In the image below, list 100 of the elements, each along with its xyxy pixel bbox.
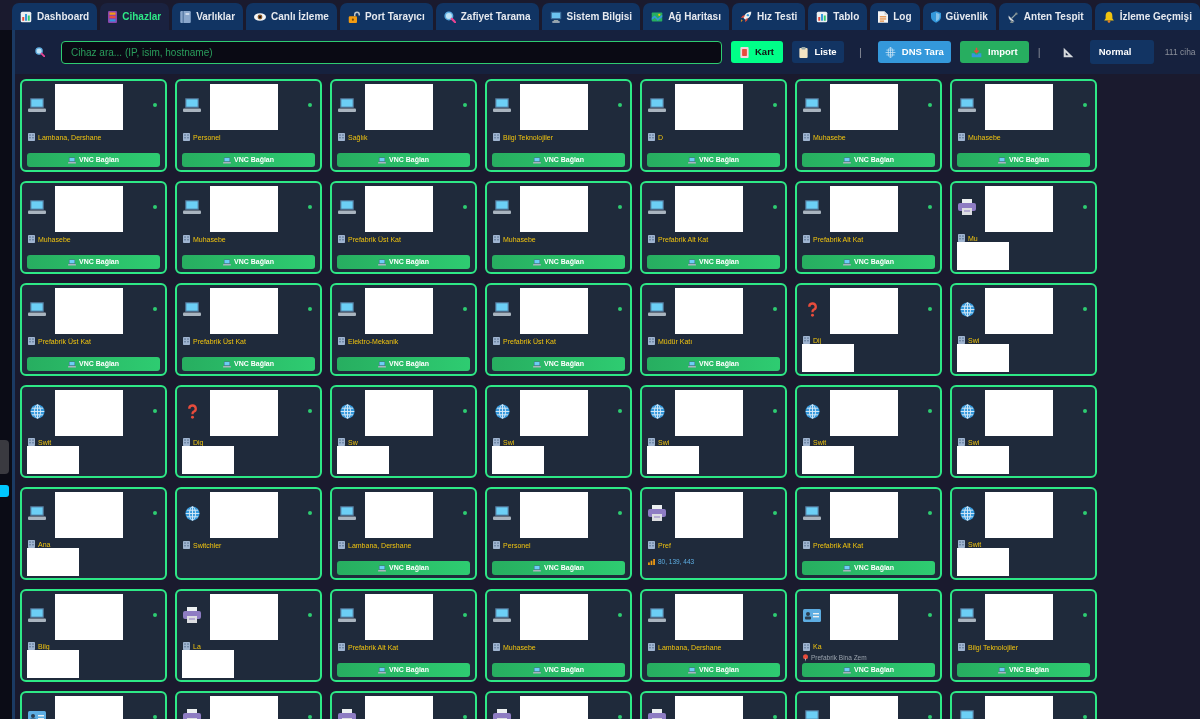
redaction-block: [55, 84, 123, 130]
tab[interactable]: Sistem Bilgisi: [541, 3, 641, 30]
tab[interactable]: Cihazlar: [100, 3, 170, 30]
tab[interactable]: Dashboard: [12, 3, 98, 30]
tab[interactable]: Tablo: [808, 3, 868, 30]
laptop-icon: [183, 199, 201, 215]
redaction-block: [365, 288, 433, 334]
search-icon: [35, 47, 45, 57]
card-view-button[interactable]: Kart: [731, 41, 783, 63]
pin-icon: [803, 654, 808, 663]
redaction-block: [520, 594, 588, 640]
laptop-icon: [997, 666, 1006, 674]
building-icon: [28, 540, 35, 548]
building-icon: [958, 540, 965, 548]
rocket-icon: [739, 10, 752, 23]
id-card-icon: [803, 608, 821, 622]
laptop-icon: [28, 97, 46, 113]
laptop-icon: [997, 156, 1006, 164]
redaction-block: [675, 390, 743, 436]
printer-icon: [958, 199, 976, 215]
tab[interactable]: Anten Tespit: [998, 3, 1092, 30]
bar-chart-icon: [20, 10, 32, 23]
redaction-block: [55, 492, 123, 538]
laptop-icon: [222, 156, 231, 164]
building-icon: [648, 337, 655, 345]
laptop-icon: [67, 360, 76, 368]
globe-icon: [959, 403, 975, 419]
triangle-ruler-icon: [1062, 46, 1074, 58]
redaction-block: [520, 390, 588, 436]
tab[interactable]: Hız Testi: [731, 3, 806, 30]
redaction-block: [520, 492, 588, 538]
laptop-icon: [648, 199, 666, 215]
laptop-icon: [67, 156, 76, 164]
globe-icon: [804, 403, 820, 419]
tab[interactable]: Log: [870, 3, 920, 30]
building-icon: [958, 643, 965, 651]
question-mark-icon: [186, 403, 198, 419]
signal-bars-icon: [648, 559, 655, 565]
tab[interactable]: İzleme Geçmişi: [1094, 3, 1200, 30]
search-field[interactable]: Cihaz ara... (IP, isim, hostname): [61, 40, 722, 64]
building-icon: [183, 133, 190, 141]
redaction-block: [365, 492, 433, 538]
tab[interactable]: Ağ Haritası: [643, 3, 729, 30]
redaction-block: [210, 492, 278, 538]
clipboard-icon: [799, 46, 809, 58]
laptop-icon: [28, 199, 46, 215]
building-icon: [803, 133, 810, 141]
list-view-button[interactable]: Liste: [792, 41, 844, 63]
redaction-block: [985, 390, 1053, 436]
laptop-icon: [28, 301, 46, 317]
laptop-icon: [28, 607, 46, 623]
redaction-block: [985, 492, 1053, 538]
laptop-icon: [493, 199, 511, 215]
laptop-icon: [338, 607, 356, 623]
building-icon: [648, 438, 655, 446]
building-icon: [28, 337, 35, 345]
laptop-icon: [842, 564, 851, 572]
laptop-icon: [222, 360, 231, 368]
redaction-block: [830, 288, 898, 334]
tab[interactable]: Güvenlik: [922, 3, 996, 30]
computer-icon: [549, 10, 562, 23]
globe-icon: [29, 403, 45, 419]
satellite-dish-icon: [1006, 10, 1019, 23]
building-icon: [958, 234, 965, 242]
laptop-icon: [803, 97, 821, 113]
building-icon: [493, 541, 500, 549]
redaction-block: [675, 594, 743, 640]
redaction-block: [830, 594, 898, 640]
redaction-block: [985, 186, 1053, 232]
laptop-icon: [28, 505, 46, 521]
building-icon: [183, 235, 190, 243]
building-icon: [803, 541, 810, 549]
laptop-icon: [648, 97, 666, 113]
tab[interactable]: Canlı İzleme: [246, 3, 337, 30]
building-icon: [183, 541, 190, 549]
redaction-block: [365, 84, 433, 130]
building-icon: [958, 438, 965, 446]
laptop-icon: [958, 607, 976, 623]
globe-icon: [494, 403, 510, 419]
document-icon: [878, 10, 889, 23]
redaction-block: [210, 288, 278, 334]
shield-icon: [930, 10, 941, 23]
globe-icon: [184, 505, 200, 521]
redaction-block: [675, 84, 743, 130]
laptop-icon: [842, 666, 851, 674]
redaction-block: [675, 492, 743, 538]
book-icon: [180, 10, 192, 23]
laptop-icon: [338, 97, 356, 113]
tab[interactable]: Zafiyet Tarama: [435, 3, 539, 30]
printer-icon: [183, 607, 201, 623]
tab[interactable]: Port Tarayıcı: [339, 3, 433, 30]
laptop-icon: [183, 97, 201, 113]
building-icon: [28, 438, 35, 446]
building-icon: [493, 337, 500, 345]
separator: |: [1037, 44, 1041, 60]
tab[interactable]: Varlıklar: [172, 3, 244, 30]
laptop-icon: [493, 97, 511, 113]
building-icon: [183, 337, 190, 345]
size-select[interactable]: Normal: [1089, 40, 1154, 64]
redaction-block: [985, 84, 1053, 130]
